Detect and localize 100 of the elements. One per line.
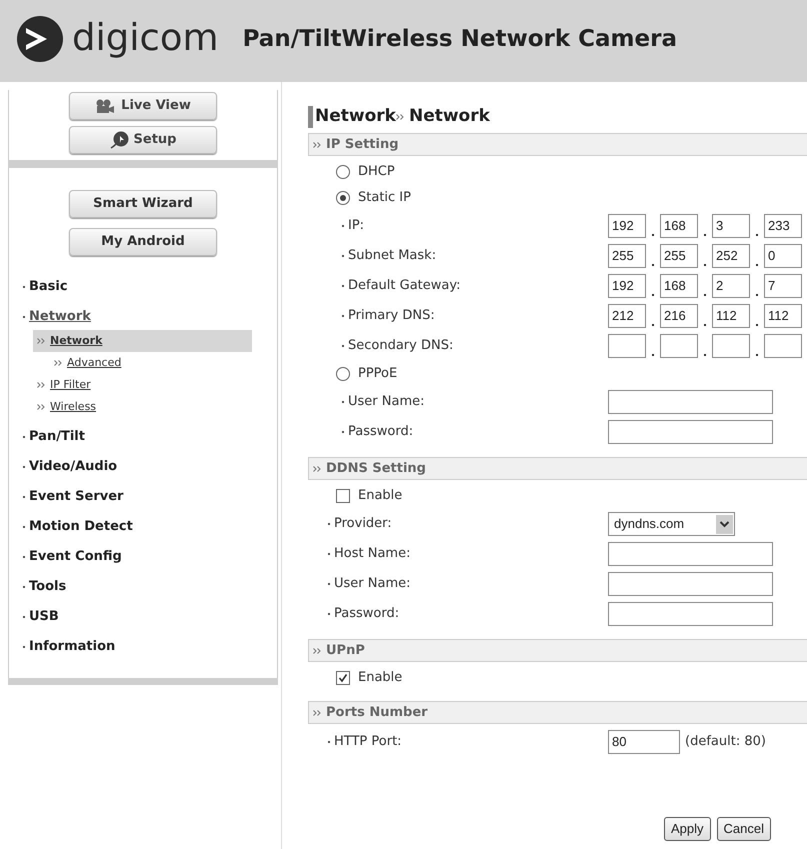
checkbox[interactable]	[336, 489, 350, 503]
octet-field[interactable]: 0	[764, 244, 802, 268]
provider-dropdown[interactable]: dyndns.com	[608, 512, 735, 536]
text-field[interactable]	[608, 420, 773, 444]
dot-separator	[704, 324, 706, 326]
octet-field[interactable]: 255	[608, 244, 646, 268]
nav-button[interactable]: Live View	[69, 92, 217, 120]
menu-item[interactable]: Video/Audio	[29, 457, 118, 477]
octet-field[interactable]: 212	[608, 304, 646, 328]
menu-subitem-label[interactable]: IP Filter	[50, 376, 91, 394]
double-chevron-icon	[396, 114, 404, 120]
octet-field[interactable]: 216	[660, 304, 698, 328]
text-field[interactable]	[608, 390, 773, 414]
wizard-button[interactable]: My Android	[69, 228, 217, 256]
menu-item[interactable]: Event Config	[29, 547, 122, 567]
text-field[interactable]	[608, 572, 773, 596]
dot-separator	[652, 234, 654, 236]
field-label: IP:	[348, 217, 364, 236]
menu-item[interactable]: Pan/Tilt	[29, 427, 85, 447]
double-chevron-icon	[313, 466, 321, 472]
radio-button[interactable]	[336, 367, 350, 381]
menu-item[interactable]: Information	[29, 637, 116, 657]
octet-field[interactable]: 252	[712, 244, 750, 268]
field-label: Default Gateway:	[348, 277, 460, 296]
field-label: Subnet Mask:	[348, 247, 436, 266]
double-chevron-icon	[313, 710, 321, 716]
radio-label: PPPoE	[358, 365, 398, 384]
octet-field[interactable]	[764, 334, 802, 358]
octet-field[interactable]: 255	[660, 244, 698, 268]
wizard-button[interactable]: Smart Wizard	[69, 190, 217, 218]
menu-item[interactable]: USB	[29, 607, 59, 627]
logo-icon	[17, 16, 63, 62]
field-label: Provider:	[334, 515, 392, 534]
menu-item[interactable]: Motion Detect	[29, 517, 133, 537]
octet-field[interactable]: 192	[608, 274, 646, 298]
radio-button[interactable]	[336, 165, 350, 179]
octet-field[interactable]: 192	[608, 214, 646, 238]
section-header: UPnP	[308, 639, 807, 662]
double-chevron-icon	[37, 338, 45, 344]
title-bar-icon	[308, 106, 313, 128]
text-field[interactable]	[608, 602, 773, 626]
menu-subitem[interactable]: Advanced	[33, 352, 252, 374]
field-label: Secondary DNS:	[348, 337, 454, 356]
nav-button[interactable]: Setup	[69, 126, 217, 154]
menu-subitem-label[interactable]: Network	[50, 332, 102, 350]
octet-field[interactable]: 168	[660, 274, 698, 298]
dot-separator	[652, 264, 654, 266]
double-chevron-icon	[313, 142, 321, 148]
octet-field[interactable]: 168	[660, 214, 698, 238]
octet-field[interactable]: 3	[712, 214, 750, 238]
octet-field[interactable]	[712, 334, 750, 358]
dot-separator	[652, 294, 654, 296]
field-label: Password:	[348, 423, 414, 442]
octet-field[interactable]: 112	[712, 304, 750, 328]
octet-field[interactable]: 233	[764, 214, 802, 238]
logo-text: digicom	[72, 18, 219, 60]
dot-separator	[756, 264, 758, 266]
video-camera-icon	[95, 98, 116, 114]
dot-separator	[756, 354, 758, 356]
dot-separator	[652, 354, 654, 356]
menu-subitem-label[interactable]: Advanced	[67, 354, 122, 372]
menu-item[interactable]: Basic	[29, 277, 68, 297]
double-chevron-icon	[37, 382, 45, 388]
octet-field[interactable]: 7	[764, 274, 802, 298]
port-field[interactable]: 80	[608, 730, 680, 754]
checkbox-label: Enable	[358, 669, 402, 688]
menu-subitem[interactable]: Network	[33, 330, 252, 352]
double-chevron-icon	[37, 404, 45, 410]
field-label: Host Name:	[334, 545, 410, 564]
section-header: Ports Number	[308, 701, 807, 724]
double-chevron-icon	[54, 360, 62, 366]
form-button[interactable]: Apply	[664, 817, 711, 841]
octet-field[interactable]: 112	[764, 304, 802, 328]
menu-item[interactable]: Tools	[29, 577, 66, 597]
page-title-page: Network	[408, 105, 490, 128]
dot-separator	[704, 354, 706, 356]
radio-label: Static IP	[358, 189, 411, 208]
dot-separator	[704, 294, 706, 296]
dot-separator	[652, 324, 654, 326]
menu-item[interactable]: Network	[29, 307, 91, 327]
page-header-title: Pan/TiltWireless Network Camera	[242, 24, 677, 54]
menu-subitem-label[interactable]: Wireless	[50, 398, 96, 416]
menu-subitem[interactable]: IP Filter	[33, 374, 252, 396]
section-header: IP Setting	[308, 133, 807, 156]
radio-label: DHCP	[358, 163, 395, 182]
default-hint: (default: 80)	[685, 733, 766, 752]
menu-item[interactable]: Event Server	[29, 487, 124, 507]
double-chevron-icon	[313, 648, 321, 654]
octet-field[interactable]	[660, 334, 698, 358]
menu-subitem[interactable]: Wireless	[33, 396, 252, 418]
checkbox[interactable]	[336, 671, 350, 685]
field-label: Primary DNS:	[348, 307, 435, 326]
checkbox-label: Enable	[358, 487, 402, 506]
octet-field[interactable]	[608, 334, 646, 358]
dot-separator	[756, 324, 758, 326]
radio-button[interactable]	[336, 191, 350, 205]
dot-separator	[756, 294, 758, 296]
text-field[interactable]	[608, 542, 773, 566]
form-button[interactable]: Cancel	[716, 817, 771, 841]
octet-field[interactable]: 2	[712, 274, 750, 298]
